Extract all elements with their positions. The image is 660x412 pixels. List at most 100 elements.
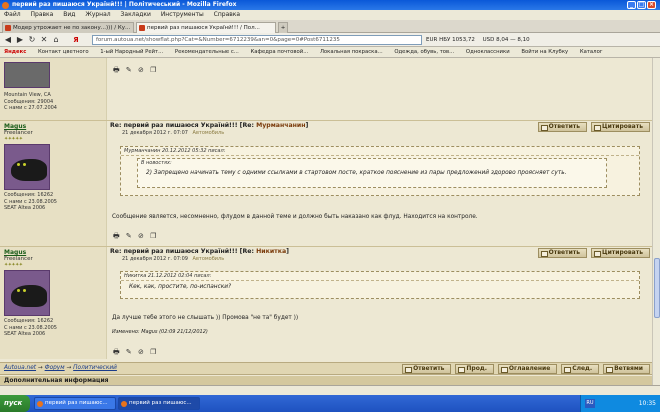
crumb-site[interactable]: Autoua.net (4, 365, 36, 371)
print-icon[interactable]: 🖶 (113, 348, 120, 356)
post-title-text: Re: первий раз пишаюся Українй!!! [Re: (110, 122, 257, 129)
yandex-logo-icon: Я (73, 36, 79, 44)
block-icon[interactable]: ⊘ (138, 66, 144, 74)
scrollbar-thumb[interactable] (654, 258, 660, 318)
window-icon[interactable]: ❐ (150, 66, 156, 74)
bookmark-catalog[interactable]: Каталог (580, 49, 603, 55)
quote-button[interactable]: Цитировать (591, 122, 650, 132)
menu-edit[interactable]: Правка (31, 11, 54, 18)
menu-history[interactable]: Журнал (85, 11, 110, 18)
window-icon[interactable]: ❐ (150, 232, 156, 240)
post-magus-2: Magus Freelancer ✦✦✦✦✦ Сообщения: 16262 … (0, 247, 652, 359)
avatar (4, 62, 50, 88)
crumb-separator: → (66, 365, 72, 371)
forward-arrow-icon[interactable]: ▶ (15, 35, 25, 45)
bookmark-yandex[interactable]: Яндекс (4, 49, 26, 55)
post-title-end: ] (286, 248, 289, 255)
tag-icon[interactable]: ✎ (126, 232, 132, 240)
reload-icon[interactable]: ↻ (27, 35, 37, 45)
taskbar-item-firefox-1[interactable]: первий раз пишаюс... (34, 397, 116, 410)
post-title-quoted-user[interactable]: Никитка (256, 248, 286, 255)
new-tab-button[interactable]: + (278, 22, 288, 33)
cat-eye (17, 163, 20, 166)
bookmark-paint[interactable]: Локальная покраска... (320, 49, 383, 55)
usd-rate[interactable]: USD 8,04 — 8,10 (483, 37, 530, 43)
additional-info-header[interactable]: Дополнительная информация (0, 376, 652, 385)
crumb-section[interactable]: Политический (73, 365, 117, 371)
menu-bookmarks[interactable]: Закладки (121, 11, 151, 18)
print-icon[interactable]: 🖶 (113, 232, 120, 240)
bookmark-contact[interactable]: Контакт цветного (38, 49, 89, 55)
prev-button[interactable]: Прод. (455, 364, 494, 374)
author-car: SEAT Altea 2006 (4, 331, 46, 337)
nav-widgets: EUR НБУ 1053,72 USD 8,04 — 8,10 (426, 35, 536, 45)
page-scrollbar[interactable] (652, 58, 660, 395)
post-body: Re: первий раз пишаюся Українй!!! [Re: М… (110, 121, 652, 220)
bookmark-recommend[interactable]: Рекомендательные с... (175, 49, 239, 55)
taskbar-item-firefox-2[interactable]: первий раз пишаюс... (118, 397, 200, 410)
taskbar-item-label: первий раз пишаюс... (45, 400, 108, 406)
stop-icon[interactable]: ✕ (39, 35, 49, 45)
footer-reply-button[interactable]: Ответить (402, 364, 452, 374)
author-username[interactable]: Magus (4, 249, 102, 256)
start-button[interactable]: пуск (0, 395, 30, 412)
next-button[interactable]: След. (561, 364, 600, 374)
author-username[interactable]: Magus (4, 123, 102, 130)
post-title-quoted-user[interactable]: Мурманчанин (256, 122, 305, 129)
breadcrumb: Autoua.net → Форум → Политический (4, 365, 117, 371)
print-icon[interactable]: 🖶 (113, 66, 120, 74)
eur-rate[interactable]: EUR НБУ 1053,72 (426, 37, 475, 43)
avatar (4, 144, 50, 190)
taskbar-item-label: первий раз пишаюс... (129, 400, 192, 406)
quote-block: Никитка 21.12.2012 02:04 писал: Кек, как… (120, 271, 640, 299)
bookmark-odnoklassniki[interactable]: Одноклассники (466, 49, 510, 55)
menu-view[interactable]: Вид (63, 11, 75, 18)
clock: 10:35 (638, 400, 656, 407)
post-tools: 🖶 ✎ ⊘ ❐ (113, 66, 160, 77)
reply-button[interactable]: Ответить (537, 122, 588, 132)
inner-quote-block: В новостях: 2) Запрещено начинать тему с… (137, 158, 607, 188)
firefox-icon (37, 401, 43, 407)
menu-file[interactable]: Файл (4, 11, 21, 18)
bookmark-rating[interactable]: 1-ый Народный Рейт... (100, 49, 163, 55)
tab-current-thread[interactable]: первий раз пишаюся Українй!!! / Пол... (136, 22, 276, 33)
language-indicator[interactable]: RU (585, 399, 595, 408)
back-arrow-icon[interactable]: ◀ (3, 35, 13, 45)
quote-button[interactable]: Цитировать (591, 248, 650, 258)
tag-icon[interactable]: ✎ (126, 348, 132, 356)
author-since: С нами с 27.07.2004 (4, 105, 57, 111)
thread-index-button[interactable]: Оглавление (497, 364, 558, 374)
block-icon[interactable]: ⊘ (138, 348, 144, 356)
close-button[interactable]: × (647, 1, 656, 9)
post-actions: Ответить Цитировать (536, 122, 650, 132)
bookmark-klubka[interactable]: Войти на Клубку (521, 49, 568, 55)
block-icon[interactable]: ⊘ (138, 232, 144, 240)
window-icon[interactable]: ❐ (150, 348, 156, 356)
thread-footer: Autoua.net → Форум → Политический Ответи… (0, 362, 652, 375)
url-field[interactable]: forum.autoua.net/showflat.php?Cat=&Numbe… (92, 35, 422, 45)
menu-tools[interactable]: Инструменты (161, 11, 204, 18)
maximize-button[interactable]: □ (637, 1, 646, 9)
quote-header: Никитка 21.12.2012 02:04 писал: (121, 272, 639, 281)
minimize-button[interactable]: _ (627, 1, 636, 9)
thread-navigation: Ответить Прод. Оглавление След. Ветвями (400, 364, 650, 374)
crumb-separator: → (37, 365, 43, 371)
branches-button[interactable]: Ветвями (603, 364, 650, 374)
home-icon[interactable]: ⌂ (51, 35, 61, 45)
post-edited-note: Изменено: Magus (02:09 21/12/2012) (112, 329, 208, 335)
tab-moder[interactable]: Модер утрожает не по закону...))) / Ку..… (2, 22, 134, 33)
cat-eye (17, 289, 20, 292)
firefox-icon (121, 401, 127, 407)
quote-text: 2) Запрещено начинать тему с одними ссыл… (146, 170, 567, 176)
avatar (4, 270, 50, 316)
crumb-forum[interactable]: Форум (45, 365, 65, 371)
reply-button[interactable]: Ответить (537, 248, 588, 258)
post-date-text: 21 декабря 2012 г. 07:09 (122, 256, 188, 262)
post-body: Re: первий раз пишаюся Українй!!! [Re: Н… (110, 247, 652, 335)
bookmarks-bar: Яндекс Контакт цветного 1-ый Народный Ре… (0, 47, 660, 58)
tag-icon[interactable]: ✎ (126, 66, 132, 74)
bookmark-clothes[interactable]: Одежда, обувь, тов... (394, 49, 454, 55)
bookmark-kafedra[interactable]: Кафедра почтовой... (251, 49, 309, 55)
quote-text: Кек, как, простите, по-испански? (129, 284, 232, 290)
menu-help[interactable]: Справка (214, 11, 240, 18)
